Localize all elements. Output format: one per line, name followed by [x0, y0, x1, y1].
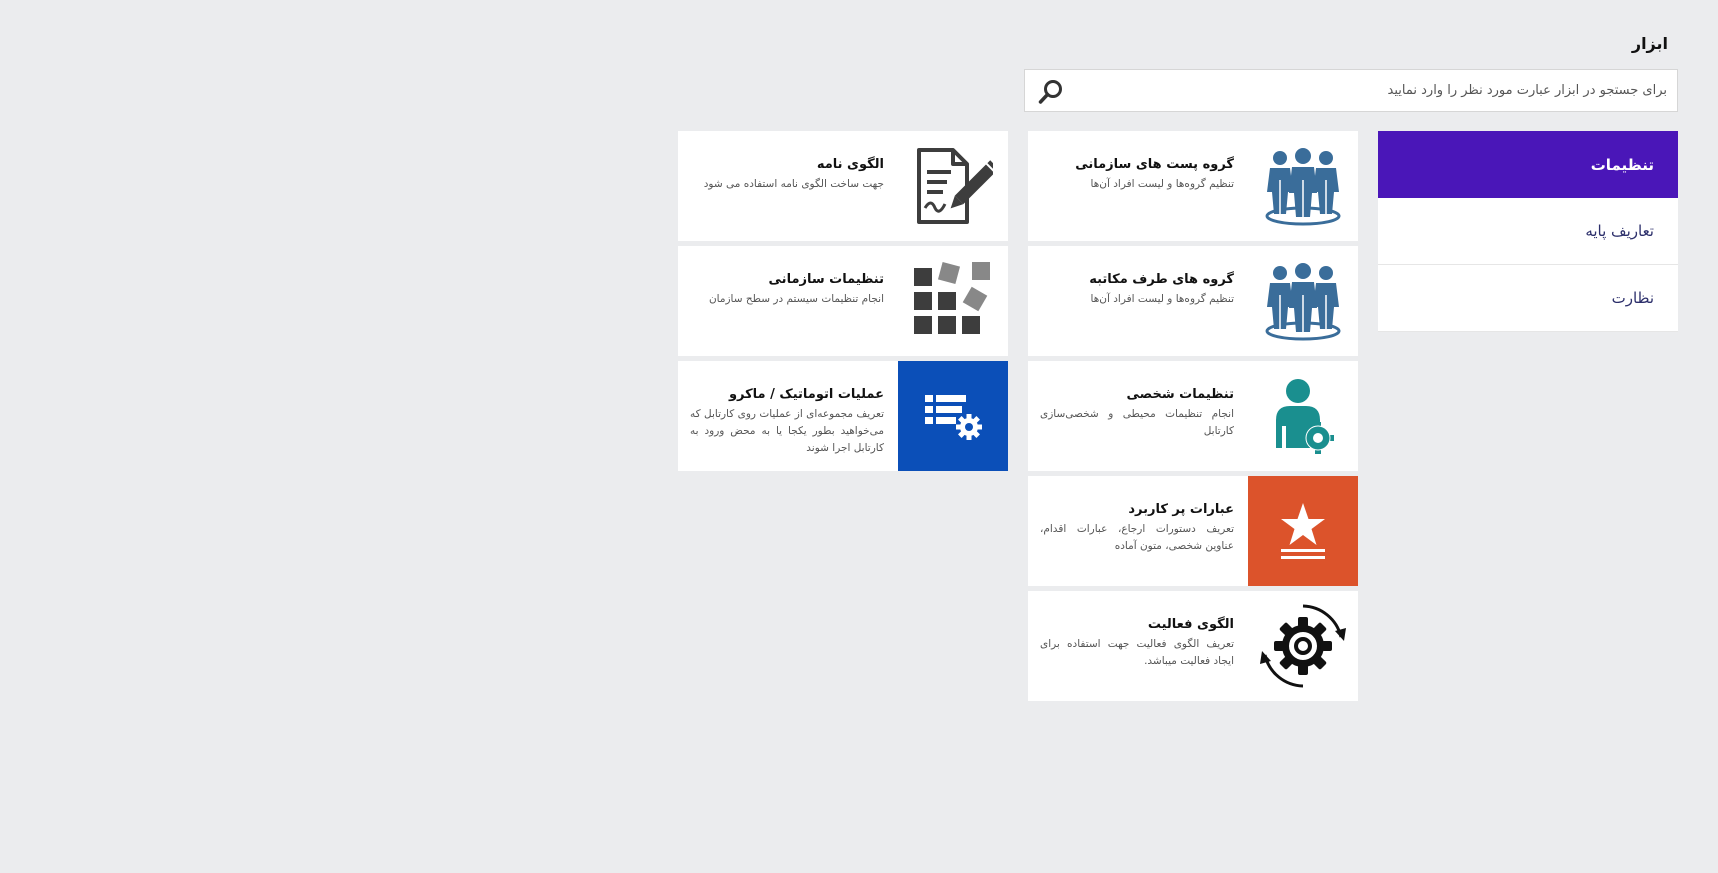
- card-description: انجام تنظیمات سیستم در سطح سازمان: [708, 293, 884, 305]
- card-org-post-groups[interactable]: گروه پست های سازمانی تنظیم گروه‌ها و لیس…: [1028, 131, 1358, 241]
- sidebar-item-settings[interactable]: تنظیمات: [1378, 131, 1678, 198]
- sidebar-item-monitoring[interactable]: نظارت: [1378, 265, 1678, 332]
- card-title: الگوی فعالیت: [1147, 617, 1234, 632]
- page-title: ابزار: [1631, 34, 1668, 53]
- gear-cycle-icon: [1248, 591, 1358, 701]
- card-letter-template[interactable]: الگوی نامه جهت ساخت الگوی نامه استفاده م…: [678, 131, 1008, 241]
- card-title: عملیات اتوماتیک / ماکرو: [728, 387, 884, 402]
- card-title: الگوی نامه: [816, 157, 884, 172]
- card-automatic-operations[interactable]: عملیات اتوماتیک / ماکرو تعریف مجموعه‌ای …: [678, 361, 1008, 471]
- card-description: تعریف الگوی فعالیت جهت استفاده برای ایجا…: [1040, 638, 1234, 667]
- search-input[interactable]: [1025, 70, 1677, 111]
- card-description: تعریف دستورات ارجاع، عبارات اقدام، عناوی…: [1040, 523, 1234, 552]
- card-title: عبارات پر کاربرد: [1128, 502, 1234, 517]
- search-icon[interactable]: [1037, 78, 1065, 106]
- card-description: جهت ساخت الگوی نامه استفاده می شود: [703, 178, 884, 190]
- card-correspondent-groups[interactable]: گروه های طرف مکاتبه تنظیم گروه‌ها و لیست…: [1028, 246, 1358, 356]
- card-description: تنظیم گروه‌ها و لیست افراد آن‌ها: [1090, 178, 1234, 190]
- card-title: تنظیمات شخصی: [1126, 387, 1234, 402]
- blocks-grid-icon: [898, 246, 1008, 356]
- people-group-icon: [1248, 131, 1358, 241]
- card-description: انجام تنظیمات محیطی و شخصی‌سازی کارتابل: [1040, 408, 1234, 437]
- card-personal-settings[interactable]: تنظیمات شخصی انجام تنظیمات محیطی و شخصی‌…: [1028, 361, 1358, 471]
- sidebar: تنظیمات تعاریف پایه نظارت: [1378, 131, 1678, 332]
- card-title: گروه پست های سازمانی: [1075, 157, 1234, 172]
- card-activity-template[interactable]: الگوی فعالیت تعریف الگوی فعالیت جهت استف…: [1028, 591, 1358, 701]
- people-group-icon: [1248, 246, 1358, 356]
- search-box: [1024, 69, 1678, 112]
- card-frequent-phrases[interactable]: عبارات پر کاربرد تعریف دستورات ارجاع، عب…: [1028, 476, 1358, 586]
- sidebar-item-base-definitions[interactable]: تعاریف پایه: [1378, 198, 1678, 265]
- list-gear-icon: [898, 361, 1008, 471]
- card-description: تنظیم گروه‌ها و لیست افراد آن‌ها: [1090, 293, 1234, 305]
- user-settings-icon: [1248, 361, 1358, 471]
- card-organization-settings[interactable]: تنظیمات سازمانی انجام تنظیمات سیستم در س…: [678, 246, 1008, 356]
- document-pen-icon: [898, 131, 1008, 241]
- card-description: تعریف مجموعه‌ای از عملیات روی کارتابل که…: [690, 408, 884, 454]
- star-list-icon: [1248, 476, 1358, 586]
- card-title: گروه های طرف مکاتبه: [1089, 272, 1234, 287]
- card-title: تنظیمات سازمانی: [768, 272, 884, 287]
